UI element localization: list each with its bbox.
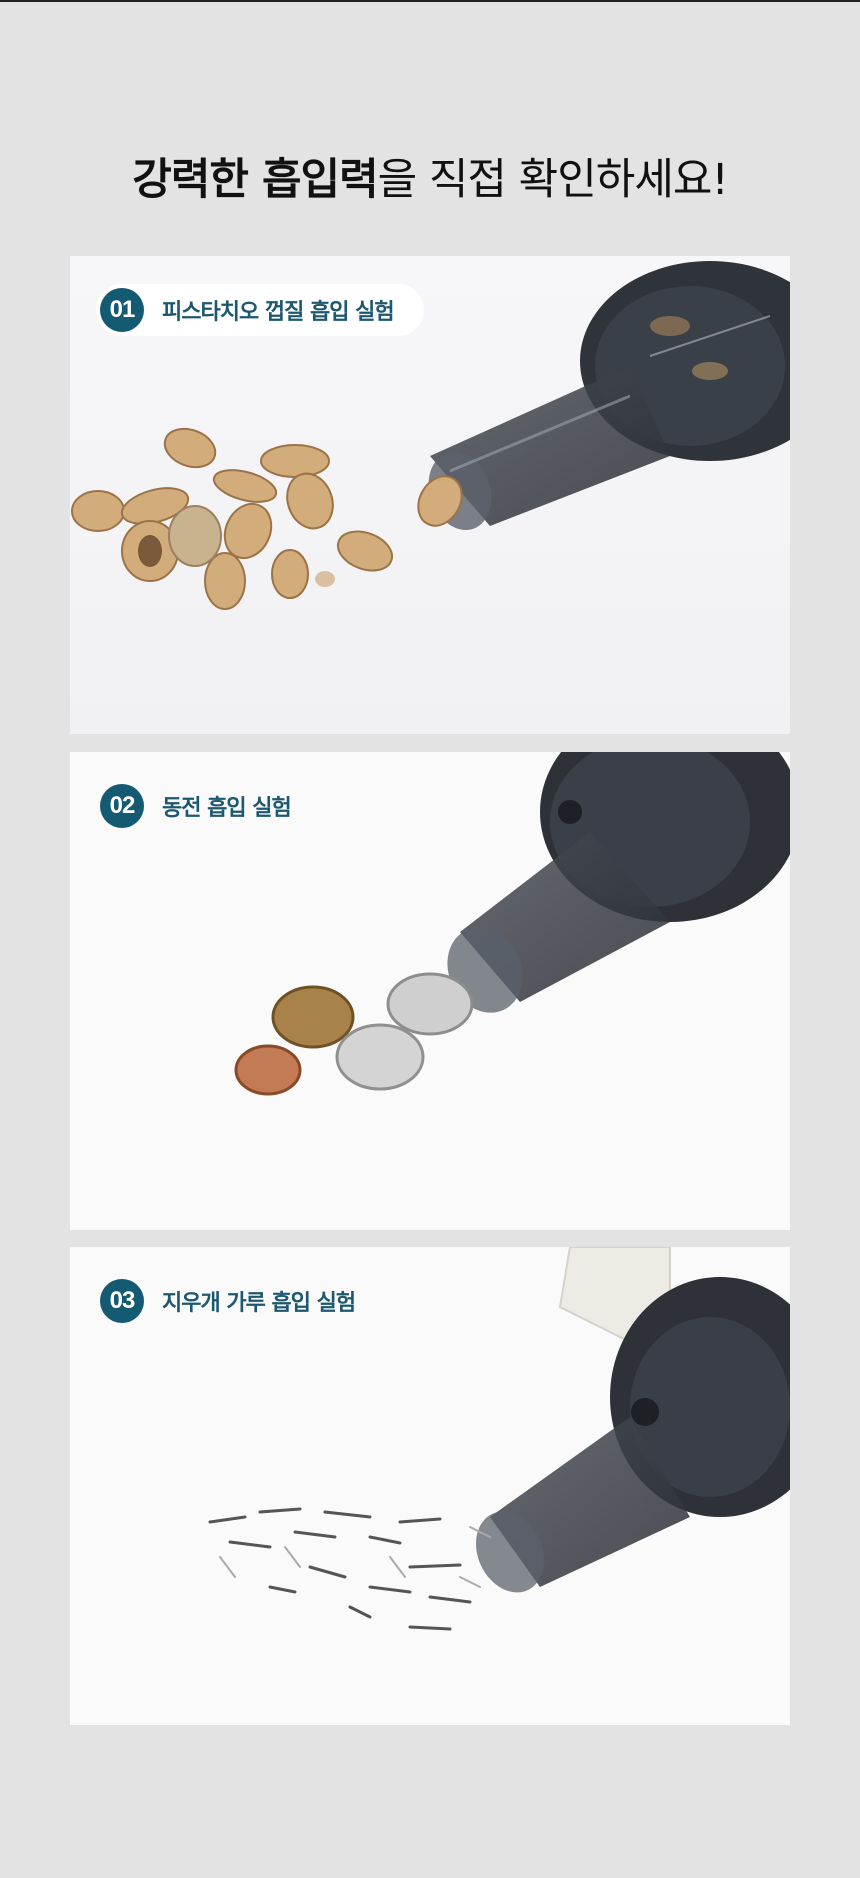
step-number-badge: 01 bbox=[100, 288, 144, 332]
title-emphasis: 강력한 흡입력 bbox=[132, 155, 378, 205]
experiment-title: 동전 흡입 실험 bbox=[162, 796, 292, 821]
experiment-title: 지우개 가루 흡입 실험 bbox=[162, 1291, 356, 1316]
step-number-badge: 02 bbox=[100, 784, 144, 828]
experiment-panel-eraser: 03 지우개 가루 흡입 실험 bbox=[70, 1247, 790, 1725]
experiment-panel-pistachio: 01 피스타치오 껍질 흡입 실험 bbox=[70, 256, 790, 734]
top-divider bbox=[0, 0, 860, 2]
experiment-label-01: 01 피스타치오 껍질 흡입 실험 bbox=[96, 284, 424, 336]
experiment-label-02: 02 동전 흡입 실험 bbox=[96, 780, 321, 832]
experiment-title: 피스타치오 껍질 흡입 실험 bbox=[162, 300, 395, 325]
page-title: 강력한 흡입력을 직접 확인하세요! bbox=[0, 150, 860, 210]
step-number-badge: 03 bbox=[100, 1279, 144, 1323]
experiment-label-03: 03 지우개 가루 흡입 실험 bbox=[96, 1275, 385, 1327]
experiment-panel-coins: 02 동전 흡입 실험 bbox=[70, 752, 790, 1230]
title-rest: 을 직접 확인하세요! bbox=[377, 155, 729, 205]
